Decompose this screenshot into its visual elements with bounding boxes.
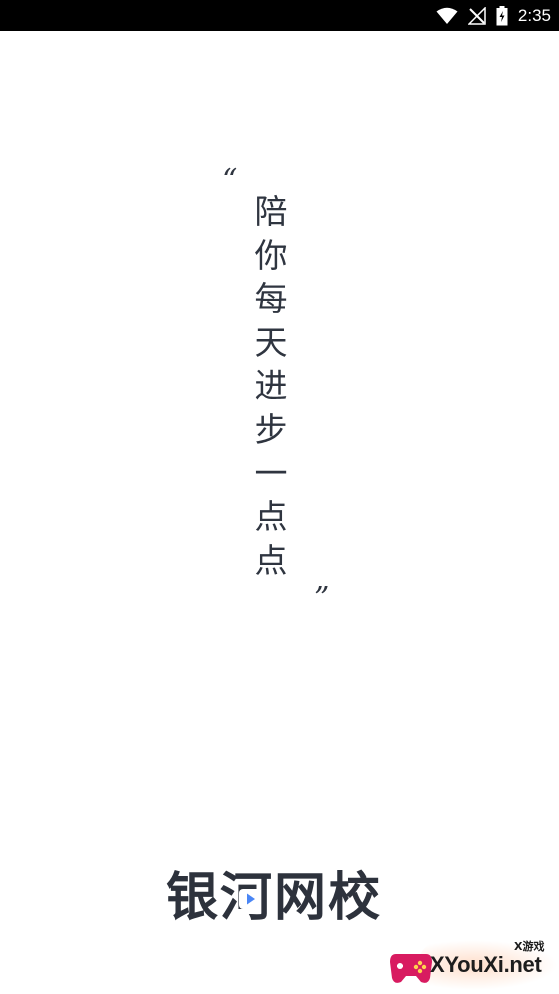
slogan-char: 点 (254, 497, 288, 537)
play-icon (239, 889, 261, 913)
watermark-domain: XYouXi.net (430, 952, 542, 977)
app-logo: 银河网校 (166, 868, 382, 928)
status-icons: 2:35 (436, 0, 551, 31)
battery-charging-icon (496, 5, 508, 26)
slogan-char: 一 (254, 453, 288, 493)
slogan-char: 点 (254, 540, 288, 580)
slogan-char: 进 (254, 366, 288, 406)
splash-screen: 2:35 “ 陪 你 每 天 进 步 一 点 点 ” 银河网校 X游戏 XYou… (0, 0, 559, 994)
quote-open-mark: “ (222, 163, 238, 198)
status-bar: 2:35 (0, 0, 559, 31)
signal-off-icon (467, 6, 486, 25)
wifi-icon (436, 7, 458, 25)
logo-text: 银河网校 (166, 868, 383, 928)
gamepad-icon (388, 944, 434, 992)
slogan-char: 天 (254, 322, 288, 362)
slogan: 陪 你 每 天 进 步 一 点 点 (251, 190, 291, 582)
slogan-char: 你 (254, 235, 288, 275)
status-time: 2:35 (517, 6, 551, 25)
slogan-char: 陪 (254, 192, 288, 231)
quote-close-mark: ” (314, 581, 330, 616)
watermark: X游戏 XYouXi.net (388, 936, 559, 994)
slogan-char: 步 (254, 409, 288, 449)
slogan-char: 每 (254, 279, 288, 319)
